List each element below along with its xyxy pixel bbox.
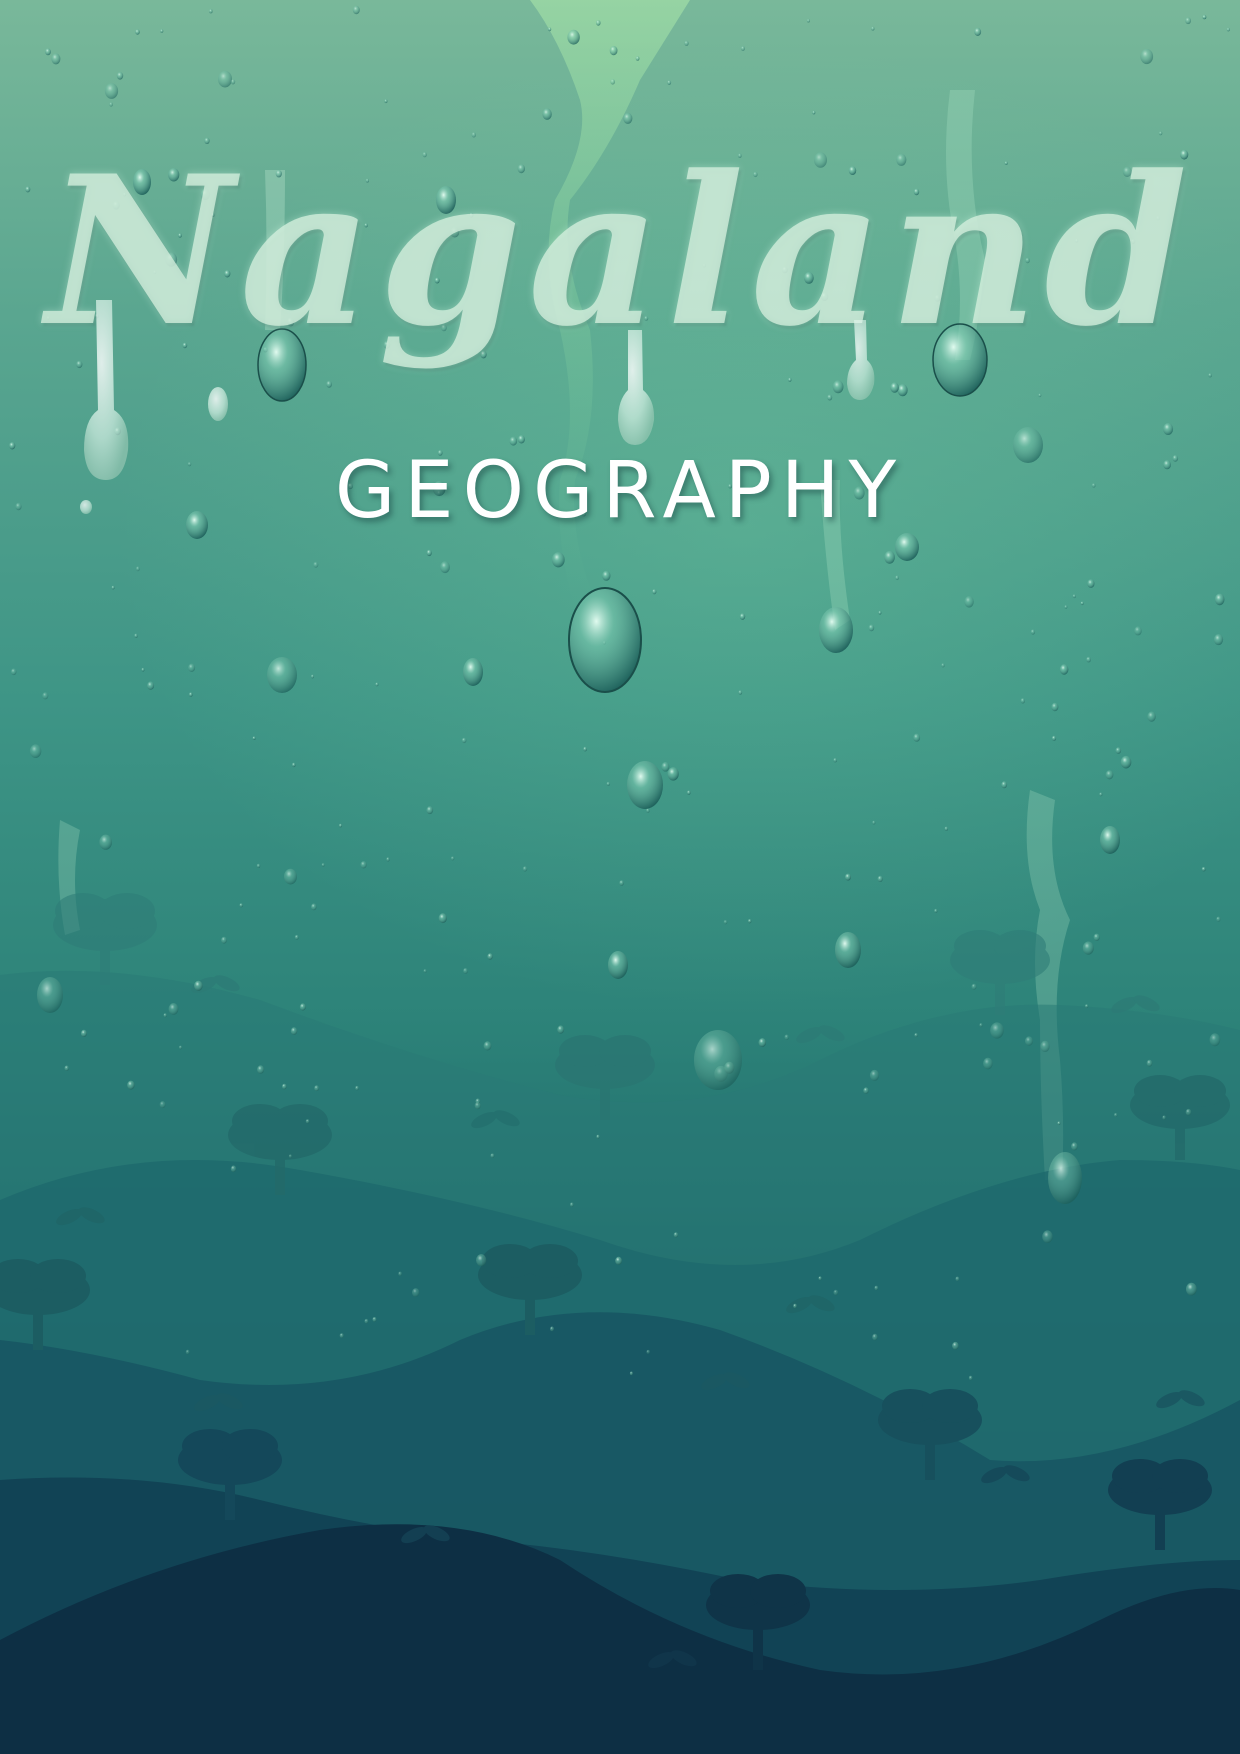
water-droplet — [208, 387, 228, 421]
cover-subtitle: GEOGRAPHY — [334, 446, 906, 536]
letter-drip — [847, 320, 875, 400]
letter-drip — [618, 330, 655, 445]
book-cover: Nagaland GEOGRAPHY — [0, 0, 1240, 1754]
title-drips — [80, 300, 875, 514]
